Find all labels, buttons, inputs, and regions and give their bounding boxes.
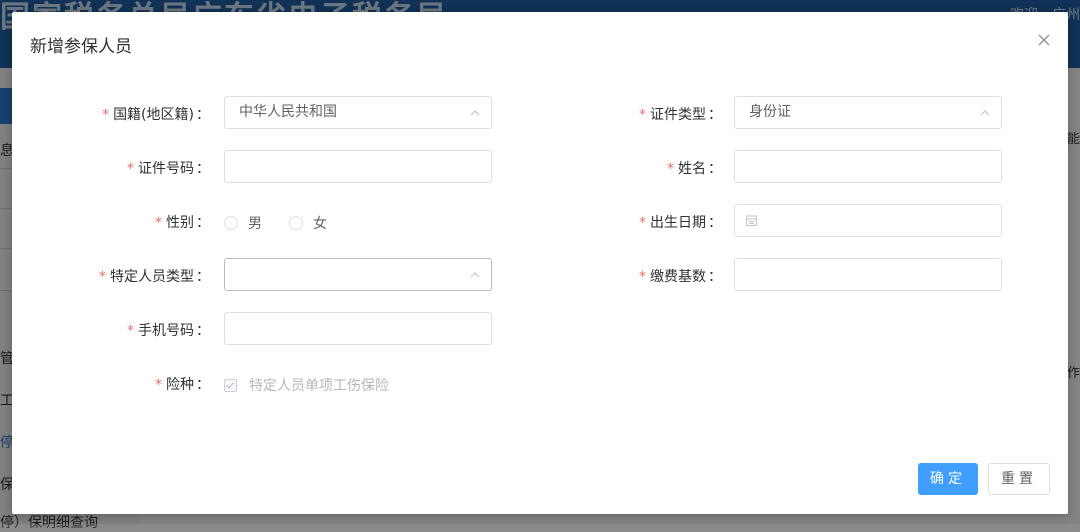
calendar-icon: [746, 215, 757, 226]
confirm-button[interactable]: 确定: [918, 463, 978, 495]
label-text: 国籍(地区籍): [113, 107, 194, 123]
birth-date-label: * 出生日期：: [639, 212, 722, 232]
gender-radio-male[interactable]: 男: [224, 213, 262, 233]
required-mark: *: [155, 377, 162, 393]
nationality-label: * 国籍(地区籍)：: [102, 104, 210, 124]
gender-radio-female[interactable]: 女: [289, 213, 327, 233]
required-mark: *: [127, 161, 134, 177]
radio-circle[interactable]: [289, 216, 303, 230]
id-type-select[interactable]: 身份证: [734, 96, 1002, 129]
pay-base-label: * 缴费基数：: [639, 266, 722, 286]
checkbox-checked-icon: [224, 378, 237, 392]
radio-label: 男: [248, 216, 262, 232]
label-text: 性别: [166, 215, 194, 231]
required-mark: *: [639, 107, 646, 123]
required-mark: *: [639, 215, 646, 231]
nationality-value: 中华人民共和国: [239, 104, 337, 120]
label-text: 证件号码: [138, 161, 194, 177]
chevron-up-icon: [980, 110, 990, 116]
radio-label: 女: [313, 216, 327, 232]
radio-circle[interactable]: [224, 216, 238, 230]
id-number-input[interactable]: [224, 150, 492, 183]
colon: ：: [708, 107, 722, 123]
required-mark: *: [155, 215, 162, 231]
phone-input[interactable]: [224, 312, 492, 345]
name-label: * 姓名：: [667, 158, 722, 178]
required-mark: *: [127, 323, 134, 339]
close-icon[interactable]: [1036, 32, 1052, 48]
label-text: 出生日期: [650, 215, 706, 231]
colon: ：: [708, 215, 722, 231]
add-insured-person-dialog: 新增参保人员 * 国籍(地区籍)： 中华人民共和国 * 证件类型： 身份证 * 证件号…: [12, 12, 1068, 514]
name-input[interactable]: [734, 150, 1002, 183]
colon: ：: [708, 269, 722, 285]
gender-label: * 性别：: [155, 212, 210, 232]
checkbox-label: 特定人员单项工伤保险: [249, 378, 389, 394]
reset-button[interactable]: 重置: [988, 463, 1050, 495]
id-number-label: * 证件号码：: [127, 158, 210, 178]
colon: ：: [196, 161, 210, 177]
label-text: 特定人员类型: [110, 269, 194, 285]
colon: ：: [196, 269, 210, 285]
id-type-label: * 证件类型：: [639, 104, 722, 124]
label-text: 手机号码: [138, 323, 194, 339]
insurance-type-label: * 险种：: [155, 374, 210, 394]
person-type-label: * 特定人员类型：: [99, 266, 210, 286]
label-text: 缴费基数: [650, 269, 706, 285]
label-text: 险种: [166, 377, 194, 393]
insurance-type-checkbox: 特定人员单项工伤保险: [224, 375, 389, 395]
label-text: 证件类型: [650, 107, 706, 123]
required-mark: *: [99, 269, 106, 285]
label-text: 姓名: [678, 161, 706, 177]
nationality-select[interactable]: 中华人民共和国: [224, 96, 492, 129]
id-type-value: 身份证: [749, 104, 791, 120]
required-mark: *: [639, 269, 646, 285]
colon: ：: [196, 377, 210, 393]
required-mark: *: [102, 107, 110, 123]
colon: ：: [708, 161, 722, 177]
colon: ：: [196, 107, 210, 123]
pay-base-input[interactable]: [734, 258, 1002, 291]
phone-label: * 手机号码：: [127, 320, 210, 340]
colon: ：: [196, 215, 210, 231]
chevron-up-icon: [470, 272, 480, 278]
dialog-title: 新增参保人员: [30, 37, 132, 57]
birth-date-picker[interactable]: [734, 204, 1002, 237]
chevron-up-icon: [470, 110, 480, 116]
person-type-select[interactable]: [224, 258, 492, 291]
colon: ：: [196, 323, 210, 339]
required-mark: *: [667, 161, 674, 177]
